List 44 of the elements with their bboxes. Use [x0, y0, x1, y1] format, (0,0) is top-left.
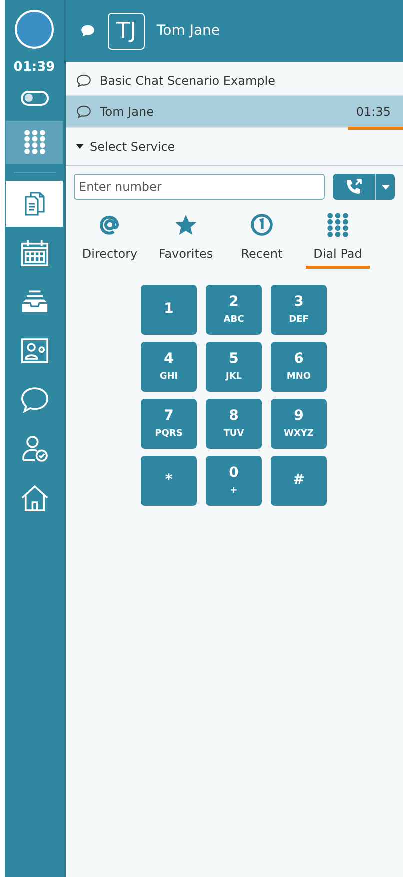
call-timer: 01:35	[356, 104, 391, 120]
toggle-switch[interactable]	[20, 90, 48, 106]
tab[interactable]: Favorites	[154, 213, 218, 269]
at-sign-icon	[98, 213, 122, 237]
dial-key[interactable]: 1	[141, 285, 197, 335]
dial-pad-nav-button[interactable]	[6, 120, 63, 164]
dial-key[interactable]: 4 GHI	[141, 342, 197, 392]
clock-time: 01:39	[14, 59, 56, 77]
dial-key[interactable]: 3 DEF	[271, 285, 327, 335]
caret-icon	[76, 144, 84, 149]
call-button[interactable]	[333, 174, 375, 200]
dial-key[interactable]: 0 +	[206, 456, 262, 506]
select-service-toggle[interactable]: Select Service	[66, 128, 403, 166]
chat-bubble-icon	[80, 23, 96, 39]
tab[interactable]: Directory	[78, 213, 142, 269]
timer-underline	[348, 127, 403, 130]
contact-name: Tom Jane	[157, 22, 220, 40]
star-icon	[174, 213, 198, 237]
dial-pad-icon	[326, 213, 350, 237]
phone-icon	[344, 177, 364, 197]
conversation-title: Tom Jane	[100, 104, 156, 120]
avatar[interactable]	[15, 10, 54, 49]
dial-key[interactable]: 8 TUV	[206, 399, 262, 449]
conversation-item[interactable]: Tom Jane 01:35	[66, 96, 403, 128]
dial-key[interactable]: 5 JKL	[206, 342, 262, 392]
conversation-title: Basic Chat Scenario Example	[100, 72, 276, 90]
clock-icon	[250, 213, 274, 237]
dial-key[interactable]: 2 ABC	[206, 285, 262, 335]
caret-icon	[382, 184, 390, 190]
dial-key[interactable]: 9 WXYZ	[271, 399, 327, 449]
tab[interactable]: Dial Pad	[306, 213, 370, 269]
contact-initials: TJ	[108, 12, 145, 50]
sidebar-nav-button[interactable]	[6, 180, 63, 226]
dial-key[interactable]: 6 MNO	[271, 342, 327, 392]
dial-pad-icon	[22, 130, 46, 154]
speech-bubble-icon	[76, 72, 92, 88]
call-options-dropdown[interactable]	[375, 174, 395, 200]
tab[interactable]: Recent	[230, 213, 294, 269]
dial-key[interactable]: *	[141, 456, 197, 506]
number-input-field[interactable]: Enter number	[74, 174, 325, 200]
select-service-label: Select Service	[90, 138, 176, 156]
speech-bubble-icon	[76, 104, 92, 120]
dial-key[interactable]: 7 PQRS	[141, 399, 197, 449]
dial-key[interactable]: #	[271, 456, 327, 506]
